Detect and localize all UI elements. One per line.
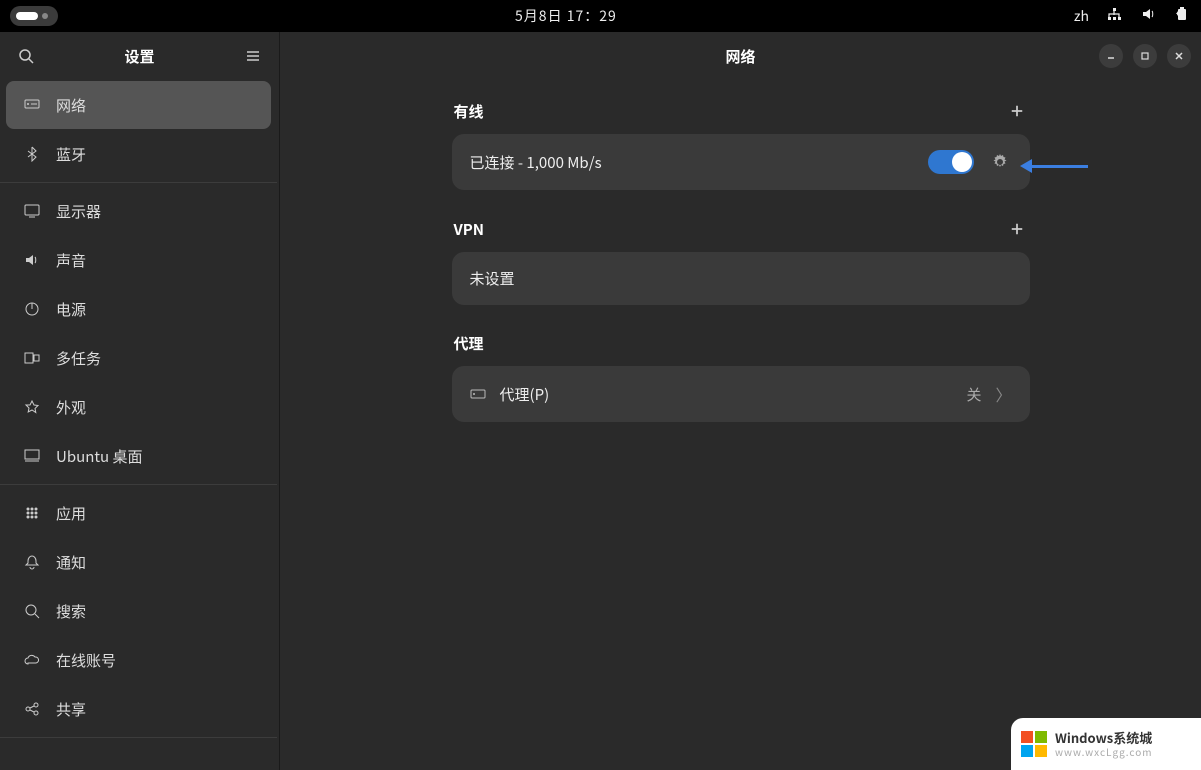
sidebar-item-label: 声音 bbox=[56, 250, 86, 271]
activities-dot-icon bbox=[42, 13, 48, 19]
sidebar-item-notifications[interactable]: 通知 bbox=[6, 538, 271, 586]
sidebar-item-label: Ubuntu 桌面 bbox=[56, 446, 142, 467]
watermark: Windows系统城 www.wxcLgg.com bbox=[1011, 718, 1201, 770]
page-title: 网络 bbox=[725, 46, 755, 67]
content-pane: 网络 有线 已连接 - 1,000 Mb/s bbox=[280, 32, 1201, 770]
wired-settings-button[interactable] bbox=[988, 150, 1012, 174]
hamburger-icon bbox=[245, 48, 261, 64]
minimize-button[interactable] bbox=[1099, 44, 1123, 68]
sound-icon bbox=[24, 252, 40, 268]
separator bbox=[0, 484, 277, 485]
wired-connection-row[interactable]: 已连接 - 1,000 Mb/s bbox=[452, 134, 1030, 190]
apps-icon bbox=[24, 505, 40, 521]
top-panel: 5月8日 17：29 zh bbox=[0, 0, 1201, 32]
sidebar: 设置 网络 蓝牙 显示器 声音 bbox=[0, 32, 280, 770]
main-area: 有线 已连接 - 1,000 Mb/s VPN bbox=[280, 80, 1201, 770]
sidebar-item-label: 多任务 bbox=[56, 348, 101, 369]
sidebar-item-label: 搜索 bbox=[56, 601, 86, 622]
search-button[interactable] bbox=[12, 48, 40, 64]
sidebar-list: 网络 蓝牙 显示器 声音 电源 多任务 bbox=[0, 80, 279, 770]
sidebar-item-label: 显示器 bbox=[56, 201, 101, 222]
search-icon bbox=[24, 603, 40, 619]
wired-section: 有线 已连接 - 1,000 Mb/s bbox=[452, 100, 1030, 190]
wired-add-button[interactable] bbox=[1006, 100, 1028, 122]
sidebar-item-appearance[interactable]: 外观 bbox=[6, 383, 271, 431]
sidebar-title: 设置 bbox=[40, 46, 239, 67]
separator bbox=[0, 737, 277, 738]
sidebar-item-applications[interactable]: 应用 bbox=[6, 489, 271, 537]
search-icon bbox=[18, 48, 34, 64]
proxy-section: 代理 代理(P) 关 〉 bbox=[452, 333, 1030, 422]
sidebar-item-sharing[interactable]: 共享 bbox=[6, 685, 271, 733]
network-icon bbox=[24, 97, 40, 113]
power-icon bbox=[24, 301, 40, 317]
sidebar-item-label: 蓝牙 bbox=[56, 144, 86, 165]
volume-tray-icon bbox=[1141, 6, 1157, 27]
sidebar-item-label: 在线账号 bbox=[56, 650, 116, 671]
sidebar-header: 设置 bbox=[0, 32, 279, 80]
sidebar-item-online-accounts[interactable]: 在线账号 bbox=[6, 636, 271, 684]
bluetooth-icon bbox=[24, 146, 40, 162]
sidebar-item-label: 应用 bbox=[56, 503, 86, 524]
wired-status: 已连接 - 1,000 Mb/s bbox=[470, 152, 602, 173]
clock[interactable]: 5月8日 17：29 bbox=[515, 6, 617, 26]
activities-pill-icon bbox=[16, 12, 38, 20]
proxy-heading: 代理 bbox=[454, 333, 484, 354]
network-tray-icon bbox=[1107, 6, 1123, 27]
status-area[interactable]: zh bbox=[1074, 6, 1191, 27]
bell-icon bbox=[24, 554, 40, 570]
sidebar-item-network[interactable]: 网络 bbox=[6, 81, 271, 129]
wired-toggle[interactable] bbox=[928, 150, 974, 174]
cloud-icon bbox=[24, 652, 40, 668]
menu-button[interactable] bbox=[239, 48, 267, 64]
gear-icon bbox=[992, 154, 1008, 170]
sidebar-item-label: 电源 bbox=[56, 299, 86, 320]
multitask-icon bbox=[24, 350, 40, 366]
sidebar-item-label: 外观 bbox=[56, 397, 86, 418]
proxy-row[interactable]: 代理(P) 关 〉 bbox=[452, 366, 1030, 422]
sidebar-item-label: 网络 bbox=[56, 95, 86, 116]
vpn-empty-row: 未设置 bbox=[452, 252, 1030, 305]
minimize-icon bbox=[1106, 51, 1116, 61]
desktop-icon bbox=[24, 448, 40, 464]
wired-heading: 有线 bbox=[454, 101, 484, 122]
proxy-state: 关 bbox=[966, 384, 981, 405]
sidebar-item-bluetooth[interactable]: 蓝牙 bbox=[6, 130, 271, 178]
windows-logo-icon bbox=[1021, 731, 1047, 757]
close-icon bbox=[1174, 51, 1184, 61]
sidebar-item-search[interactable]: 搜索 bbox=[6, 587, 271, 635]
content-header: 网络 bbox=[280, 32, 1201, 80]
close-button[interactable] bbox=[1167, 44, 1191, 68]
activities-button[interactable] bbox=[10, 6, 58, 26]
settings-window: 设置 网络 蓝牙 显示器 声音 bbox=[0, 32, 1201, 770]
watermark-url: www.wxcLgg.com bbox=[1055, 746, 1153, 757]
vpn-status: 未设置 bbox=[470, 268, 515, 289]
sidebar-item-ubuntu-desktop[interactable]: Ubuntu 桌面 bbox=[6, 432, 271, 480]
input-method-indicator[interactable]: zh bbox=[1074, 6, 1089, 26]
vpn-heading: VPN bbox=[454, 219, 485, 240]
sidebar-item-power[interactable]: 电源 bbox=[6, 285, 271, 333]
plus-icon bbox=[1010, 104, 1024, 118]
maximize-icon bbox=[1140, 51, 1150, 61]
vpn-add-button[interactable] bbox=[1006, 218, 1028, 240]
sidebar-item-displays[interactable]: 显示器 bbox=[6, 187, 271, 235]
maximize-button[interactable] bbox=[1133, 44, 1157, 68]
proxy-label: 代理(P) bbox=[500, 384, 550, 405]
window-controls bbox=[1099, 44, 1191, 68]
sidebar-item-label: 共享 bbox=[56, 699, 86, 720]
proxy-icon bbox=[470, 386, 486, 402]
sidebar-item-label: 通知 bbox=[56, 552, 86, 573]
sidebar-item-sound[interactable]: 声音 bbox=[6, 236, 271, 284]
battery-tray-icon bbox=[1175, 6, 1191, 27]
plus-icon bbox=[1010, 222, 1024, 236]
vpn-section: VPN 未设置 bbox=[452, 218, 1030, 305]
share-icon bbox=[24, 701, 40, 717]
display-icon bbox=[24, 203, 40, 219]
appearance-icon bbox=[24, 399, 40, 415]
sidebar-item-multitasking[interactable]: 多任务 bbox=[6, 334, 271, 382]
chevron-right-icon: 〉 bbox=[995, 382, 1011, 406]
separator bbox=[0, 182, 277, 183]
